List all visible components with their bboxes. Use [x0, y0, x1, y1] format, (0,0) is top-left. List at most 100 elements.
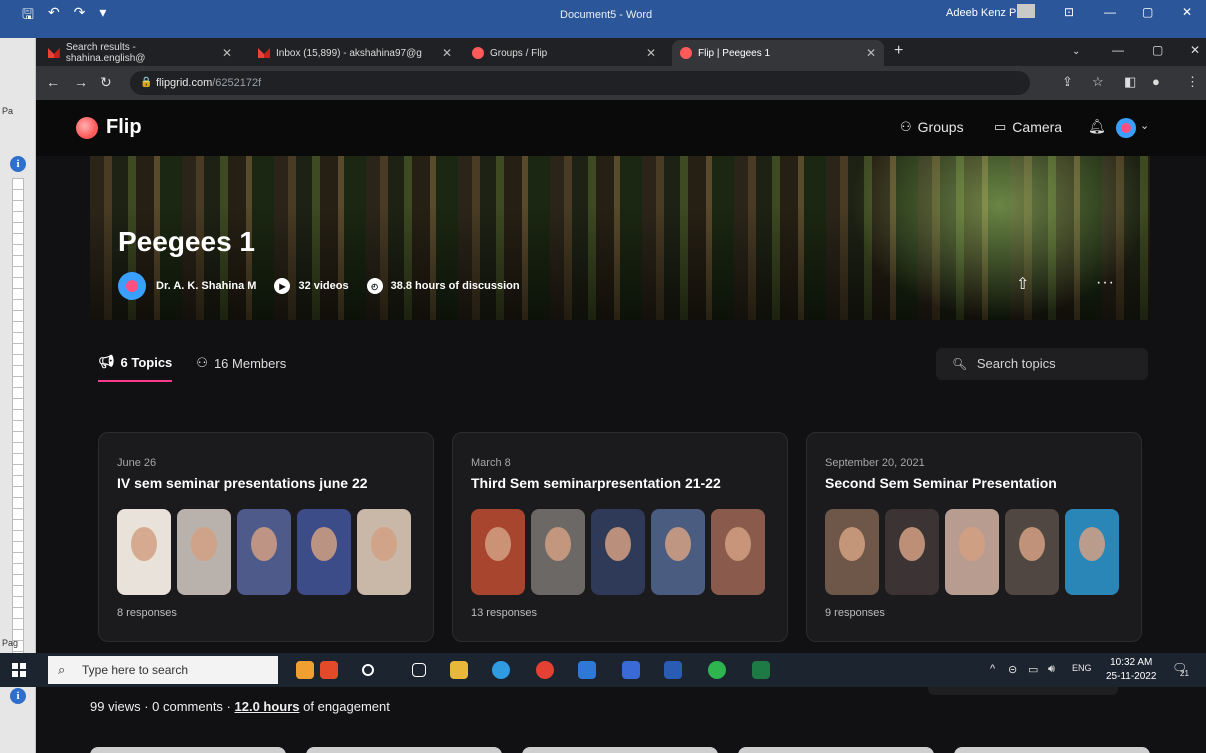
side-panel-icon[interactable]: ◧: [1124, 74, 1136, 90]
response-thumbnail[interactable]: [177, 509, 231, 595]
close-tab-icon[interactable]: ✕: [646, 46, 656, 60]
battery-icon[interactable]: ▭: [1028, 663, 1038, 676]
ribbon-display-icon[interactable]: ⊡: [1064, 5, 1074, 19]
response-thumbnail[interactable]: [1005, 509, 1059, 595]
language-indicator[interactable]: ENG: [1072, 663, 1092, 673]
tab-search-icon[interactable]: ⌄: [1072, 46, 1080, 57]
windows-start-icon[interactable]: [12, 663, 26, 677]
close-tab-icon[interactable]: ✕: [866, 46, 876, 60]
cortana-icon[interactable]: [362, 664, 374, 676]
mail-icon[interactable]: [578, 661, 596, 679]
topic-date: June 26: [117, 457, 157, 469]
taskbar-search-input[interactable]: ⌕ Type here to search: [48, 656, 278, 684]
alarm-app-icon[interactable]: [296, 661, 314, 679]
video-thumbnail[interactable]: [738, 747, 934, 753]
save-icon[interactable]: 🖫: [22, 4, 34, 28]
browser-minimize-icon[interactable]: —: [1112, 43, 1124, 57]
response-thumbnails: [471, 509, 765, 595]
tab-inbox[interactable]: Inbox (15,899) - akshahina97@g ✕: [250, 40, 460, 66]
minimize-icon[interactable]: —: [1104, 5, 1116, 19]
stats-hours[interactable]: 12.0 hours: [235, 699, 300, 714]
response-thumbnail[interactable]: [297, 509, 351, 595]
new-tab-button[interactable]: +: [894, 42, 903, 60]
taskbar-clock[interactable]: 10:32 AM 25-11-2022: [1106, 656, 1156, 684]
stats-suffix: of engagement: [299, 699, 390, 714]
whatsapp-icon[interactable]: [708, 661, 726, 679]
file-explorer-icon[interactable]: [450, 661, 468, 679]
word-user-avatar[interactable]: [1017, 4, 1035, 18]
volume-icon[interactable]: 🔊︎: [1048, 663, 1055, 676]
word-user-name[interactable]: Adeeb Kenz P: [946, 7, 1016, 19]
topic-date: September 20, 2021: [825, 457, 925, 469]
flip-logo[interactable]: Flip: [76, 116, 142, 139]
response-thumbnail[interactable]: [237, 509, 291, 595]
video-thumbnail[interactable]: [90, 747, 286, 753]
info-icon-bottom[interactable]: i: [10, 688, 26, 704]
tab-flip-peegees[interactable]: Flip | Peegees 1 ✕: [672, 40, 884, 66]
gift-app-icon[interactable]: [320, 661, 338, 679]
tab-label: Search results - shahina.english@: [65, 42, 146, 64]
reload-icon[interactable]: ↻: [100, 74, 112, 91]
response-thumbnail[interactable]: [117, 509, 171, 595]
response-thumbnail[interactable]: [885, 509, 939, 595]
search-icon: ⌕: [58, 662, 66, 677]
bell-icon[interactable]: 🔔︎: [1088, 118, 1106, 135]
user-avatar[interactable]: [1116, 118, 1136, 138]
close-icon[interactable]: ✕: [1182, 5, 1192, 19]
tab-label: Flip | Peegees 1: [698, 47, 771, 59]
tab-search-results[interactable]: Search results - shahina.english@ ✕: [40, 40, 240, 66]
clock-date: 25-11-2022: [1106, 671, 1157, 682]
nav-camera[interactable]: ▭ Camera: [994, 119, 1062, 135]
tab-members[interactable]: ⚇ 16 Members: [196, 354, 286, 382]
address-bar[interactable]: 🔒 flipgrid.com/6252172f: [130, 71, 1030, 95]
topic-card[interactable]: June 26 IV sem seminar presentations jun…: [98, 432, 434, 642]
tab-groups-flip[interactable]: Groups / Flip ✕: [464, 40, 664, 66]
word-icon[interactable]: [664, 661, 682, 679]
back-icon[interactable]: ←: [46, 74, 60, 90]
lock-icon[interactable]: 🔒: [140, 71, 152, 95]
profile-icon[interactable]: ●: [1152, 74, 1160, 89]
forward-icon[interactable]: →: [74, 74, 88, 90]
edge-icon[interactable]: [492, 661, 510, 679]
response-thumbnail[interactable]: [945, 509, 999, 595]
tab-topics[interactable]: 📢︎ 6 Topics: [98, 354, 173, 382]
redo-icon[interactable]: ↷: [74, 4, 86, 28]
search-topics-placeholder: Search topics: [976, 356, 1056, 371]
response-thumbnail[interactable]: [825, 509, 879, 595]
browser-menu-icon[interactable]: ⋮: [1186, 74, 1199, 90]
chevron-down-icon[interactable]: ⌄: [1140, 119, 1149, 132]
info-icon[interactable]: i: [10, 156, 26, 172]
browser-close-icon[interactable]: ✕: [1190, 43, 1200, 57]
video-thumbnail[interactable]: [954, 747, 1150, 753]
response-thumbnail[interactable]: [711, 509, 765, 595]
nav-groups[interactable]: ⚇ Groups: [900, 119, 964, 135]
flip-page: Flip ⚇ Groups ▭ Camera 🔔︎ ⌄ Peegees 1 Dr…: [36, 100, 1206, 653]
close-tab-icon[interactable]: ✕: [442, 46, 452, 60]
search-topics-input[interactable]: 🔍︎ Search topics: [936, 348, 1148, 380]
customize-icon[interactable]: ▾: [99, 4, 106, 28]
response-thumbnail[interactable]: [357, 509, 411, 595]
maximize-icon[interactable]: ▢: [1142, 5, 1153, 19]
excel-icon[interactable]: [752, 661, 770, 679]
response-thumbnail[interactable]: [1065, 509, 1119, 595]
share-page-icon[interactable]: ⇪: [1062, 74, 1073, 90]
share-icon[interactable]: ⇧: [1016, 274, 1029, 294]
chrome-icon[interactable]: [536, 661, 554, 679]
task-view-icon[interactable]: [412, 663, 426, 677]
response-thumbnail[interactable]: [651, 509, 705, 595]
response-thumbnail[interactable]: [591, 509, 645, 595]
response-thumbnail[interactable]: [531, 509, 585, 595]
topic-card[interactable]: March 8 Third Sem seminarpresentation 21…: [452, 432, 788, 642]
close-tab-icon[interactable]: ✕: [222, 46, 232, 60]
undo-icon[interactable]: ↶: [48, 4, 60, 28]
video-thumbnail[interactable]: [306, 747, 502, 753]
more-options-icon[interactable]: ···: [1096, 274, 1115, 292]
topic-card[interactable]: September 20, 2021 Second Sem Seminar Pr…: [806, 432, 1142, 642]
response-thumbnail[interactable]: [471, 509, 525, 595]
browser-maximize-icon[interactable]: ▢: [1152, 43, 1163, 57]
video-thumbnail[interactable]: [522, 747, 718, 753]
network-icon[interactable]: ⊝: [1008, 663, 1017, 676]
app-icon[interactable]: [622, 661, 640, 679]
bookmark-star-icon[interactable]: ☆: [1092, 74, 1104, 90]
tray-chevron-icon[interactable]: ^: [990, 663, 995, 675]
